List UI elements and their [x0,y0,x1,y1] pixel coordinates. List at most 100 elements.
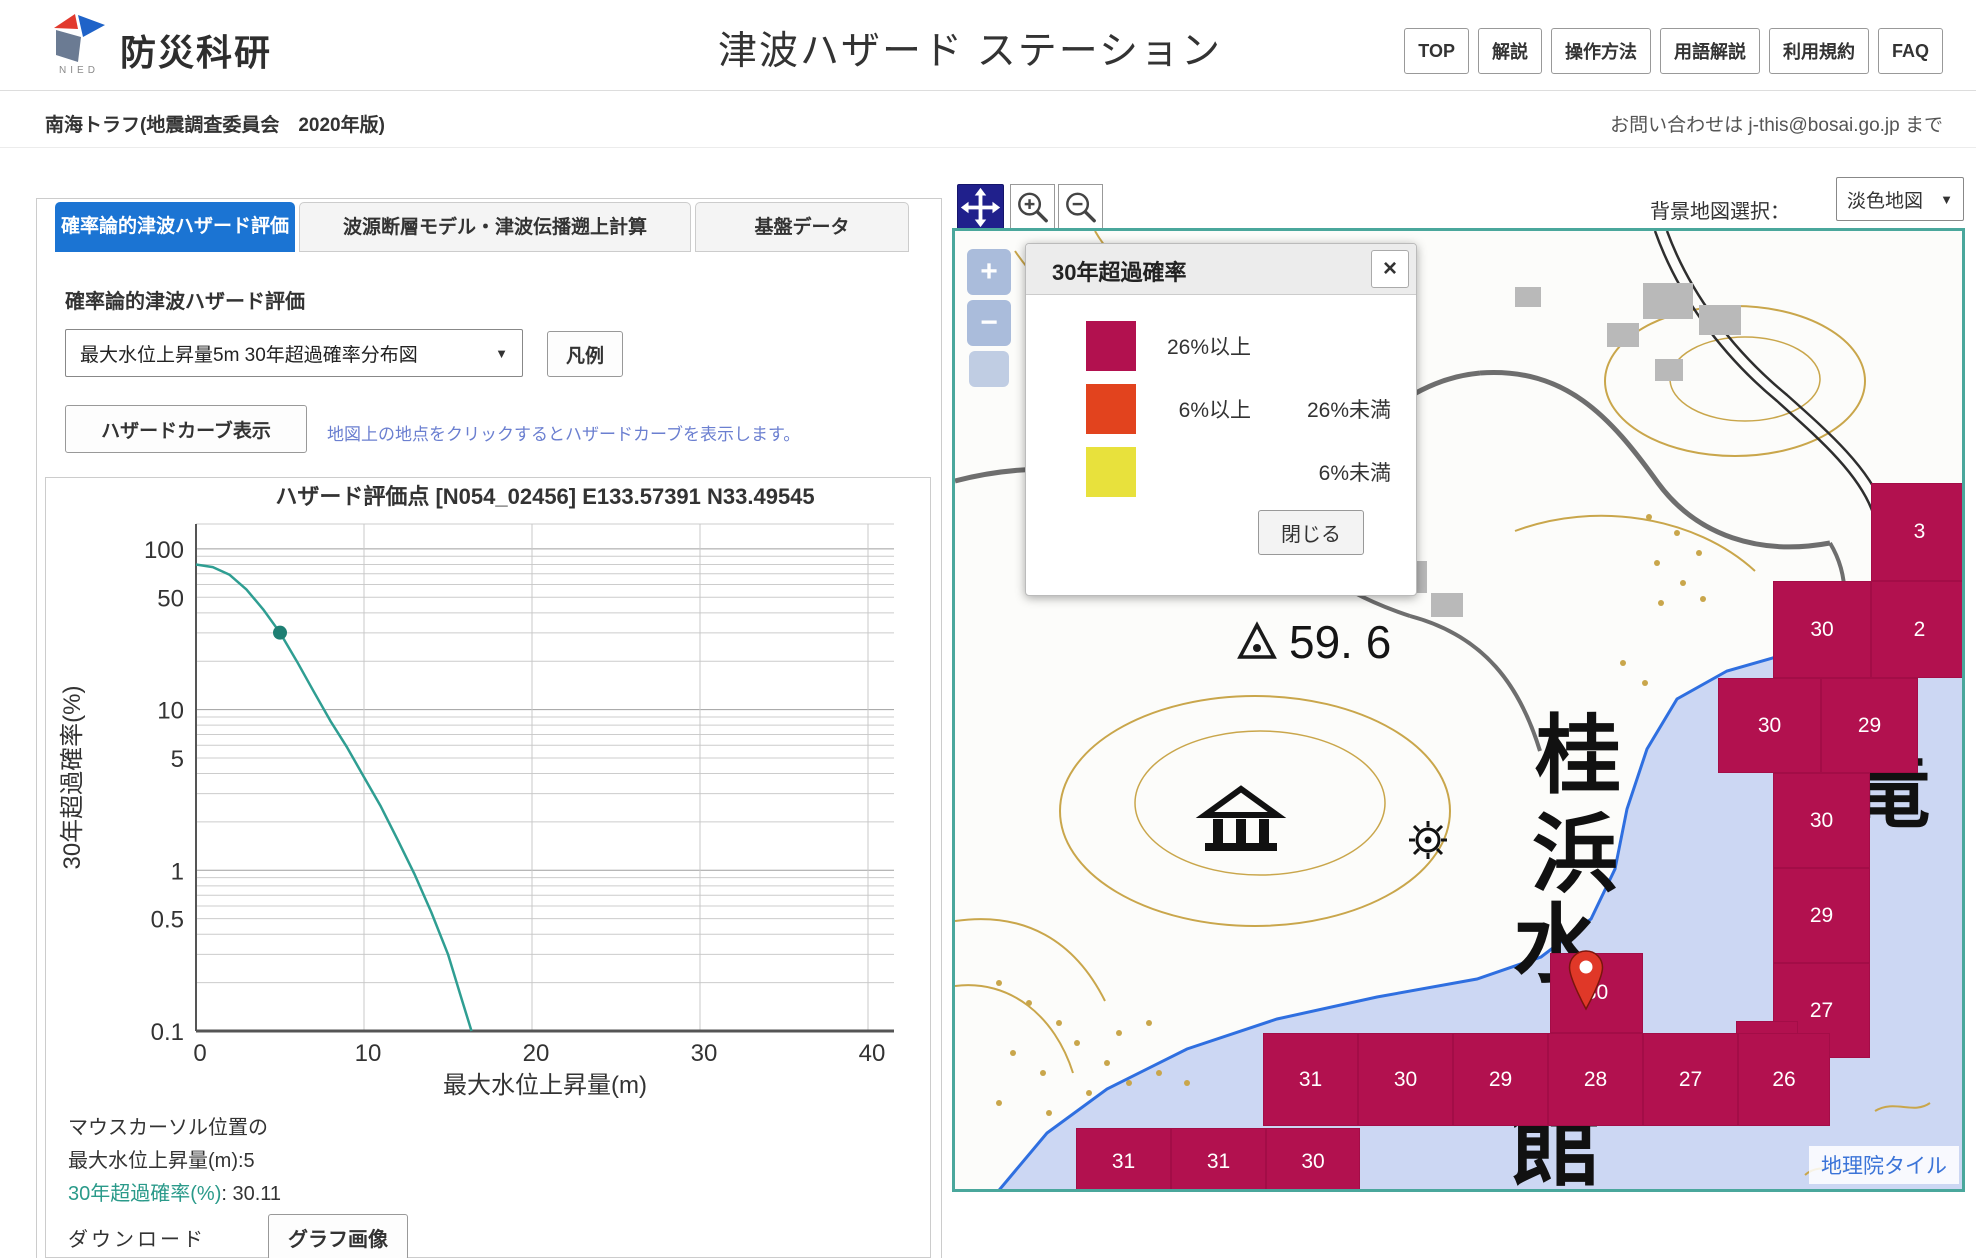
nav-button-5[interactable]: FAQ [1878,28,1943,74]
legend-label-left: 6%以上 [1136,394,1251,424]
dataset-label: 南海トラフ(地震調査委員会 2020年版) [45,110,385,137]
svg-text:50: 50 [157,585,184,612]
hazard-curve-button[interactable]: ハザードカーブ表示 [65,405,307,453]
map-marker-pin [1566,947,1606,1022]
legend-title: 30年超過確率 [1052,255,1186,287]
legend-rows: 26%以上 6%以上26%未満 6%未満 [1086,321,1416,497]
distribution-map-select[interactable]: 最大水位上昇量5m 30年超過確率分布図 ▼ [65,329,523,377]
legend-body: 26%以上 6%以上26%未満 6%未満 閉じる [1026,295,1416,595]
probability-cell[interactable]: 31 [1263,1033,1358,1126]
probability-cell[interactable]: 2 [1871,581,1965,678]
close-icon[interactable]: × [1371,250,1409,288]
map-layers-button[interactable] [969,351,1009,387]
nied-logo-sub: NIED [59,65,99,76]
nav-button-4[interactable]: 利用規約 [1769,28,1869,74]
cursor-info-line2: 最大水位上昇量(m):5 [68,1145,281,1178]
svg-text:0.1: 0.1 [151,1019,184,1046]
svg-text:最大水位上昇量(m): 最大水位上昇量(m) [443,1072,647,1099]
tab-source-fault-model[interactable]: 波源断層モデル・津波伝播遡上計算 [299,202,691,252]
svg-text:ハザード評価点 [N054_02456] E133.5739: ハザード評価点 [N054_02456] E133.57391 N33.4954… [275,484,814,509]
probability-cell[interactable]: 31 [1076,1128,1171,1192]
probability-cell[interactable]: 3 [1871,483,1965,581]
probability-cell[interactable]: 30 [1718,678,1821,773]
tab-base-data[interactable]: 基盤データ [695,202,909,252]
background-map-label: 背景地図選択： [1650,195,1790,224]
map-attribution[interactable]: 地理院タイル [1809,1146,1959,1184]
svg-text:5: 5 [171,746,184,773]
tab-probabilistic-hazard[interactable]: 確率論的津波ハザード評価 [55,202,295,252]
chevron-down-icon: ▼ [495,346,508,361]
legend-row: 6%以上26%未満 [1086,384,1416,434]
probability-cell[interactable]: 30 [1773,773,1870,868]
svg-text:100: 100 [144,537,184,564]
probability-cell[interactable]: 27 [1643,1033,1738,1126]
probability-cell[interactable]: 30 [1266,1128,1360,1192]
probability-cell[interactable]: 29 [1773,868,1870,963]
legend-header: 30年超過確率 × [1026,244,1416,295]
background-map-select[interactable]: 淡色地図 ▼ [1836,177,1964,221]
page: NIED 防災科研 津波ハザード ステーション TOP解説操作方法用語解説利用規… [0,0,1976,1258]
probability-cell[interactable]: 29 [1821,678,1918,773]
probability-cell[interactable]: 26 [1738,1033,1830,1126]
download-label: ダウンロード [68,1223,206,1252]
probability-cell[interactable]: 29 [1453,1033,1548,1126]
background-map-select-value: 淡色地図 [1847,186,1923,213]
svg-text:0.5: 0.5 [151,907,184,934]
download-row: ダウンロード グラフ画像 [68,1214,408,1258]
svg-text:10: 10 [355,1040,382,1067]
probability-cell[interactable]: 30 [1773,581,1871,678]
zoom-out-control[interactable]: − [967,300,1011,346]
cursor-info-line1: マウスカーソル位置の [68,1112,281,1145]
map-zoom-out-button[interactable] [1058,184,1103,231]
graph-image-button[interactable]: グラフ画像 [268,1214,408,1258]
legend-label-right: 6%未満 [1251,457,1391,487]
left-panel: 確率論的津波ハザード評価 波源断層モデル・津波伝播遡上計算 基盤データ 確率論的… [36,198,942,1258]
cursor-info-line3: 30年超過確率(%): 30.11 [68,1178,281,1211]
distribution-map-select-value: 最大水位上昇量5m 30年超過確率分布図 [80,340,418,367]
header: NIED 防災科研 津波ハザード ステーション TOP解説操作方法用語解説利用規… [0,0,1976,91]
cursor-info: マウスカーソル位置の 最大水位上昇量(m):5 30年超過確率(%): 30.1… [68,1112,281,1211]
probability-cell[interactable]: 28 [1548,1033,1643,1126]
nied-logo[interactable]: NIED 防災科研 [50,12,272,76]
magnifier-plus-icon [1011,185,1054,231]
contact-info: お問い合わせは j-this@bosai.go.jp まで [1610,110,1943,137]
zoom-in-control[interactable]: + [967,249,1011,295]
subheader: 南海トラフ(地震調査委員会 2020年版) お問い合わせは j-this@bos… [0,91,1976,148]
map-legend-panel: 30年超過確率 × 26%以上 6%以上26%未満 6%未満 閉じる [1025,243,1417,596]
pin-icon [1566,947,1606,1017]
map-pan-button[interactable] [957,184,1004,231]
legend-swatch [1086,447,1136,497]
page-title: 津波ハザード ステーション [640,20,1300,76]
hazard-curve-chart: 1005010510.50.1010203040最大水位上昇量(m)30年超過確… [46,478,930,1106]
legend-swatch [1086,384,1136,434]
exceedance-label: 30年超過確率(%) [68,1183,221,1205]
exceedance-value: : 30.11 [221,1183,281,1205]
legend-label-left: 26%以上 [1136,331,1251,361]
legend-label-right: 26%未満 [1251,394,1391,424]
nav-button-3[interactable]: 用語解説 [1660,28,1760,74]
nav-button-0[interactable]: TOP [1404,28,1469,74]
svg-text:0: 0 [193,1040,206,1067]
legend-swatch [1086,321,1136,371]
nied-logo-icon: NIED [50,12,108,76]
svg-text:1: 1 [171,858,184,885]
nav-button-2[interactable]: 操作方法 [1551,28,1651,74]
legend-close-button[interactable]: 閉じる [1258,510,1364,555]
move-icon [958,184,1003,231]
svg-text:40: 40 [859,1040,886,1067]
magnifier-minus-icon [1059,185,1102,231]
header-nav: TOP解説操作方法用語解説利用規約FAQ [1404,28,1943,74]
nav-button-1[interactable]: 解説 [1478,28,1542,74]
probability-cell[interactable]: 31 [1171,1128,1266,1192]
svg-text:20: 20 [523,1040,550,1067]
chevron-down-icon: ▼ [1940,192,1953,207]
svg-text:10: 10 [157,698,184,725]
svg-text:30年超過確率(%): 30年超過確率(%) [59,685,86,869]
probability-cell[interactable]: 30 [1358,1033,1453,1126]
legend-row: 26%以上 [1086,321,1416,371]
map-canvas[interactable]: 桂浜水館竜 59. 6 3302302930292730313029282726… [952,228,1965,1192]
map-zoom-in-button[interactable] [1010,184,1055,231]
map-zoom-control: + − [967,249,1011,392]
legend-button[interactable]: 凡例 [547,331,623,377]
panel-heading: 確率論的津波ハザード評価 [65,285,305,314]
